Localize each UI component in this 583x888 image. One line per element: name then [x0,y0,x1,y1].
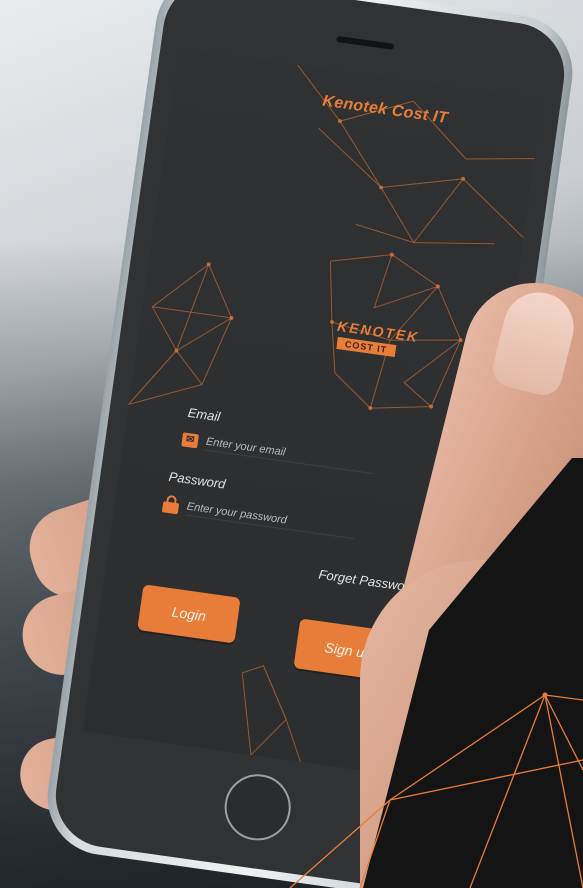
envelope-icon: ✉ [181,431,200,448]
lock-icon [161,494,180,515]
photo-scene: Kenotek Cost IT KENOTEK COST IT Email ✉ … [0,0,583,888]
